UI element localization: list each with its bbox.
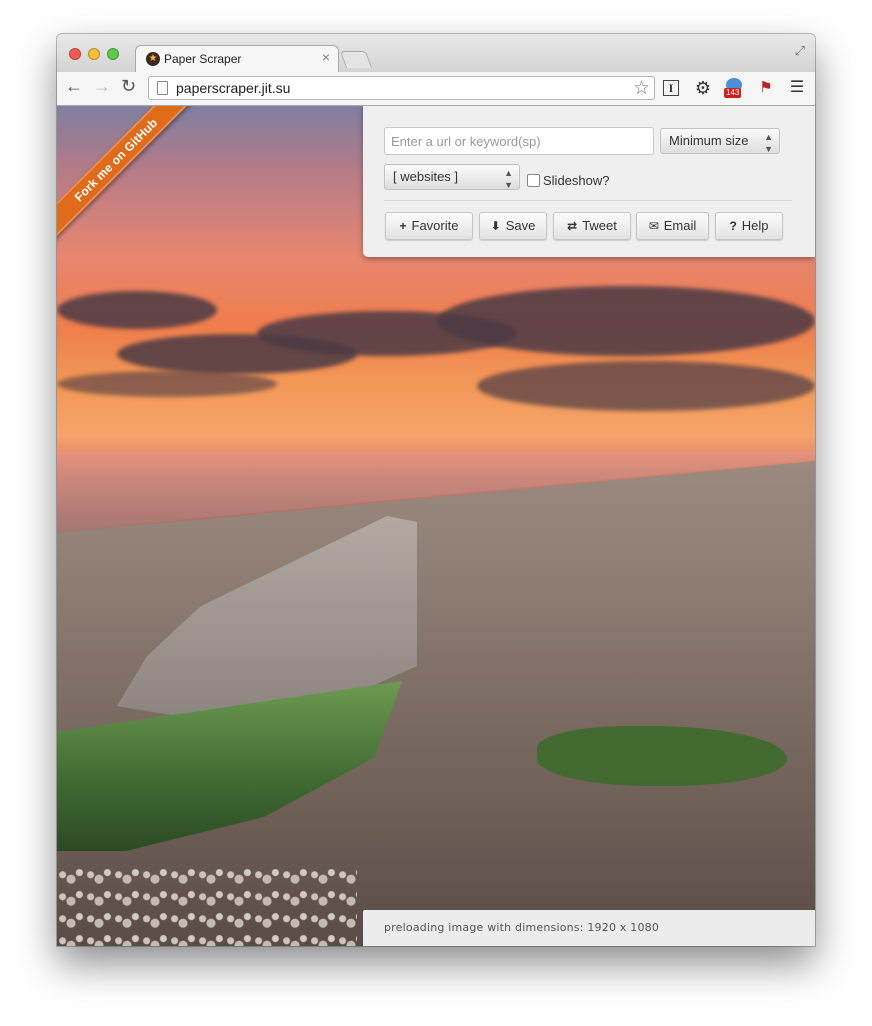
cloud-shape <box>57 371 277 397</box>
retweet-icon: ⇄ <box>567 219 578 233</box>
slideshow-label[interactable]: Slideshow? <box>543 173 610 188</box>
divider <box>384 200 792 201</box>
extension-flag-icon[interactable]: ⚑ <box>756 78 776 98</box>
cloud-shape <box>477 361 815 411</box>
download-icon: ⬇ <box>490 219 501 233</box>
favorite-button[interactable]: + Favorite <box>385 212 473 240</box>
bookmark-star-icon[interactable]: ☆ <box>633 77 650 100</box>
reload-icon[interactable]: ↻ <box>121 76 136 97</box>
source-select[interactable]: [ websites ] ▲ ▼ <box>384 164 520 190</box>
favorite-button-label: Favorite <box>411 218 459 233</box>
controls-panel: Minimum size ▲▼ [ websites ] ▲▼ Slidesho… <box>363 106 815 257</box>
email-button-label: Email <box>663 218 697 233</box>
page-icon <box>157 81 168 95</box>
shells-foreground <box>57 866 357 946</box>
tweet-button-label: Tweet <box>582 218 617 233</box>
cloud-shape <box>437 286 815 356</box>
help-button[interactable]: ? Help <box>715 212 783 240</box>
search-input[interactable] <box>384 127 654 155</box>
gear-icon[interactable]: ⚙ <box>693 78 713 98</box>
browser-window: ★ Paper Scraper × ⤢ ← → ↻ paperscraper.j… <box>57 34 815 946</box>
window-close-button[interactable] <box>69 48 81 60</box>
fullscreen-icon[interactable]: ⤢ <box>795 43 805 59</box>
github-ribbon-wrap: Fork me on GitHub <box>57 106 207 256</box>
window-minimize-button[interactable] <box>88 48 100 60</box>
new-tab-button[interactable] <box>339 51 373 68</box>
github-ribbon-link[interactable]: Fork me on GitHub <box>57 106 199 243</box>
help-button-label: Help <box>741 218 769 233</box>
back-icon[interactable]: ← <box>65 76 83 97</box>
question-icon: ? <box>729 219 737 233</box>
tab-paper-scraper[interactable]: ★ Paper Scraper × <box>135 45 339 72</box>
status-bar: preloading image with dimensions: 1920 x… <box>363 910 815 946</box>
save-button[interactable]: ⬇ Save <box>479 212 547 240</box>
slideshow-checkbox[interactable] <box>527 174 540 187</box>
extension-badge: 143 <box>724 88 742 98</box>
select-arrows-icon: ▲ ▼ <box>764 132 773 154</box>
page-viewport: Fork me on GitHub Minimum size ▲▼ [ webs… <box>57 106 815 946</box>
tab-strip: ★ Paper Scraper × ⤢ <box>57 34 815 72</box>
cloud-shape <box>57 291 217 329</box>
tab-close-icon[interactable]: × <box>322 49 330 65</box>
favicon-icon: ★ <box>146 52 160 66</box>
min-size-select-value: Minimum size <box>669 133 749 148</box>
source-select-value: [ websites ] <box>393 169 459 184</box>
extension-icon[interactable]: 143 <box>724 78 744 98</box>
menu-icon[interactable]: ☰ <box>787 78 807 98</box>
status-text: preloading image with dimensions: 1920 x… <box>384 921 660 934</box>
save-button-label: Save <box>505 218 536 233</box>
url-text[interactable]: paperscraper.jit.su <box>176 80 290 96</box>
email-button[interactable]: ✉ Email <box>636 212 709 240</box>
select-arrows-icon: ▲ ▼ <box>504 168 513 190</box>
forward-icon[interactable]: → <box>93 76 111 97</box>
min-size-select[interactable]: Minimum size ▲ ▼ <box>660 128 780 154</box>
envelope-icon: ✉ <box>648 219 659 233</box>
tab-title: Paper Scraper <box>164 52 242 66</box>
address-bar[interactable]: paperscraper.jit.su ☆ <box>148 76 655 100</box>
browser-toolbar: ← → ↻ paperscraper.jit.su ☆ I ⚙ 143 ⚑ ☰ <box>57 72 815 106</box>
window-maximize-button[interactable] <box>107 48 119 60</box>
instapaper-icon[interactable]: I <box>663 80 679 96</box>
tweet-button[interactable]: ⇄ Tweet <box>553 212 631 240</box>
plus-icon: + <box>399 219 407 233</box>
